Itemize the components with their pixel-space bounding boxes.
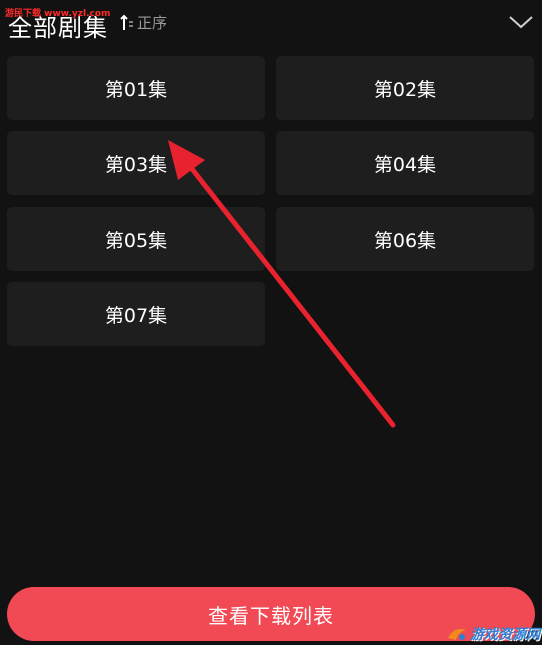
episode-button-04[interactable]: 第04集 — [276, 131, 534, 195]
episode-grid: 第01集 第02集 第03集 第04集 第05集 第06集 第07集 — [0, 0, 542, 360]
episode-button-01[interactable]: 第01集 — [7, 56, 265, 120]
watermark-logo-icon — [448, 629, 466, 640]
watermark-top: 游民下载 www.yzl.com — [5, 9, 111, 19]
episode-button-07[interactable]: 第07集 — [7, 282, 265, 346]
episode-button-05[interactable]: 第05集 — [7, 207, 265, 271]
watermark-bottom: 游戏资源网 — [446, 624, 540, 644]
episode-button-02[interactable]: 第02集 — [276, 56, 534, 120]
episode-button-06[interactable]: 第06集 — [276, 207, 534, 271]
episode-button-03[interactable]: 第03集 — [7, 131, 265, 195]
watermark-text: 游戏资源网 — [470, 627, 540, 643]
